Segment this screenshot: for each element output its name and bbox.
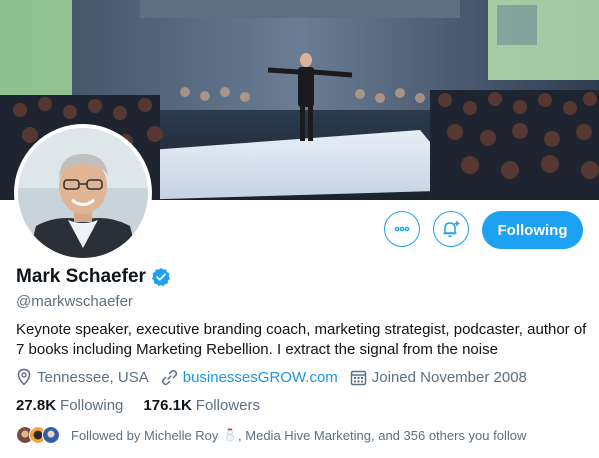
location-pin-icon — [17, 368, 31, 386]
joined-item: Joined November 2008 — [350, 369, 527, 386]
notifications-button[interactable] — [433, 211, 469, 247]
follower-avatar — [42, 426, 60, 444]
followed-by-rest: , Media Hive Marketing, and 356 others y… — [238, 427, 527, 443]
joined-text: Joined November 2008 — [371, 368, 527, 386]
bell-plus-icon — [443, 221, 460, 238]
followed-by-first-name: Michelle Roy — [144, 427, 219, 443]
website-item[interactable]: businessesGROW.com — [161, 369, 338, 386]
location-item: Tennessee, USA — [16, 368, 149, 386]
follower-avatars — [16, 426, 60, 444]
profile-bio: Keynote speaker, executive branding coac… — [16, 321, 587, 358]
follow-counts: 27.8K Following 176.1K Followers — [16, 397, 280, 414]
profile-avatar[interactable] — [14, 124, 152, 262]
profile-handle: @markwschaefer — [16, 293, 133, 310]
followed-by-row[interactable]: Followed by Michelle Roy , Media Hive Ma… — [16, 426, 526, 444]
followed-by-text: Followed by Michelle Roy , Media Hive Ma… — [71, 428, 526, 443]
followers-count-link[interactable]: 176.1K Followers — [143, 397, 260, 414]
profile-meta: Tennessee, USA businessesGROW.com Joined… — [16, 368, 539, 386]
followers-count-label: Followers — [195, 397, 260, 414]
followed-by-prefix: Followed by — [71, 427, 141, 443]
following-button[interactable]: Following — [482, 211, 583, 249]
profile-name: Mark Schaefer — [16, 266, 146, 287]
more-icon — [394, 226, 410, 232]
verified-badge-icon — [151, 268, 170, 287]
following-count-link[interactable]: 27.8K Following — [16, 397, 123, 414]
link-icon — [161, 369, 177, 385]
calendar-icon — [350, 370, 367, 385]
following-count-label: Following — [60, 397, 124, 414]
website-link[interactable]: businessesGROW.com — [183, 369, 338, 386]
location-text: Tennessee, USA — [37, 368, 149, 386]
followers-count: 176.1K — [143, 397, 192, 414]
snowman-emoji-icon — [226, 428, 234, 441]
following-count: 27.8K — [16, 397, 57, 414]
avatar-photo — [18, 128, 148, 258]
profile-name-row: Mark Schaefer — [16, 266, 171, 288]
more-button[interactable] — [384, 211, 420, 247]
